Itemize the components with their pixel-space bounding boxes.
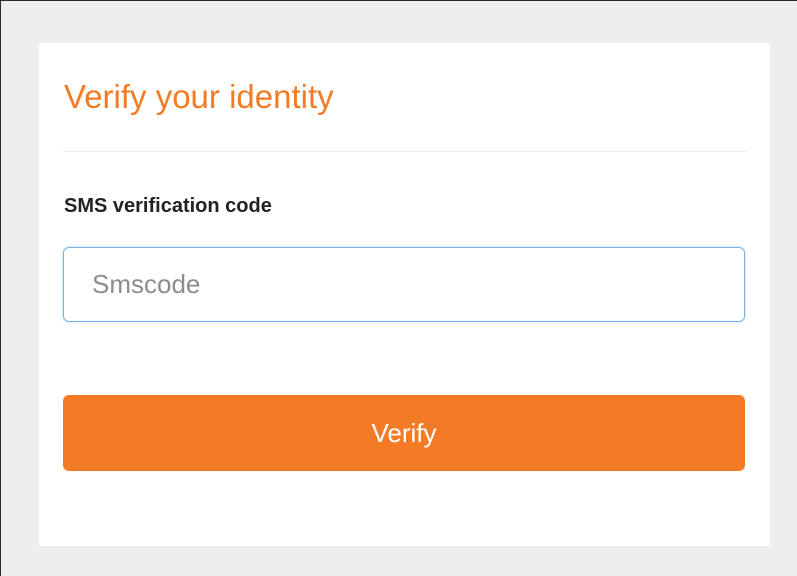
verify-button[interactable]: Verify [63,395,745,471]
sms-code-label: SMS verification code [64,195,272,217]
title-divider [63,151,746,152]
sms-code-input[interactable] [63,247,745,322]
verify-card: Verify your identity SMS verification co… [39,43,770,546]
page-title: Verify your identity [64,78,334,115]
